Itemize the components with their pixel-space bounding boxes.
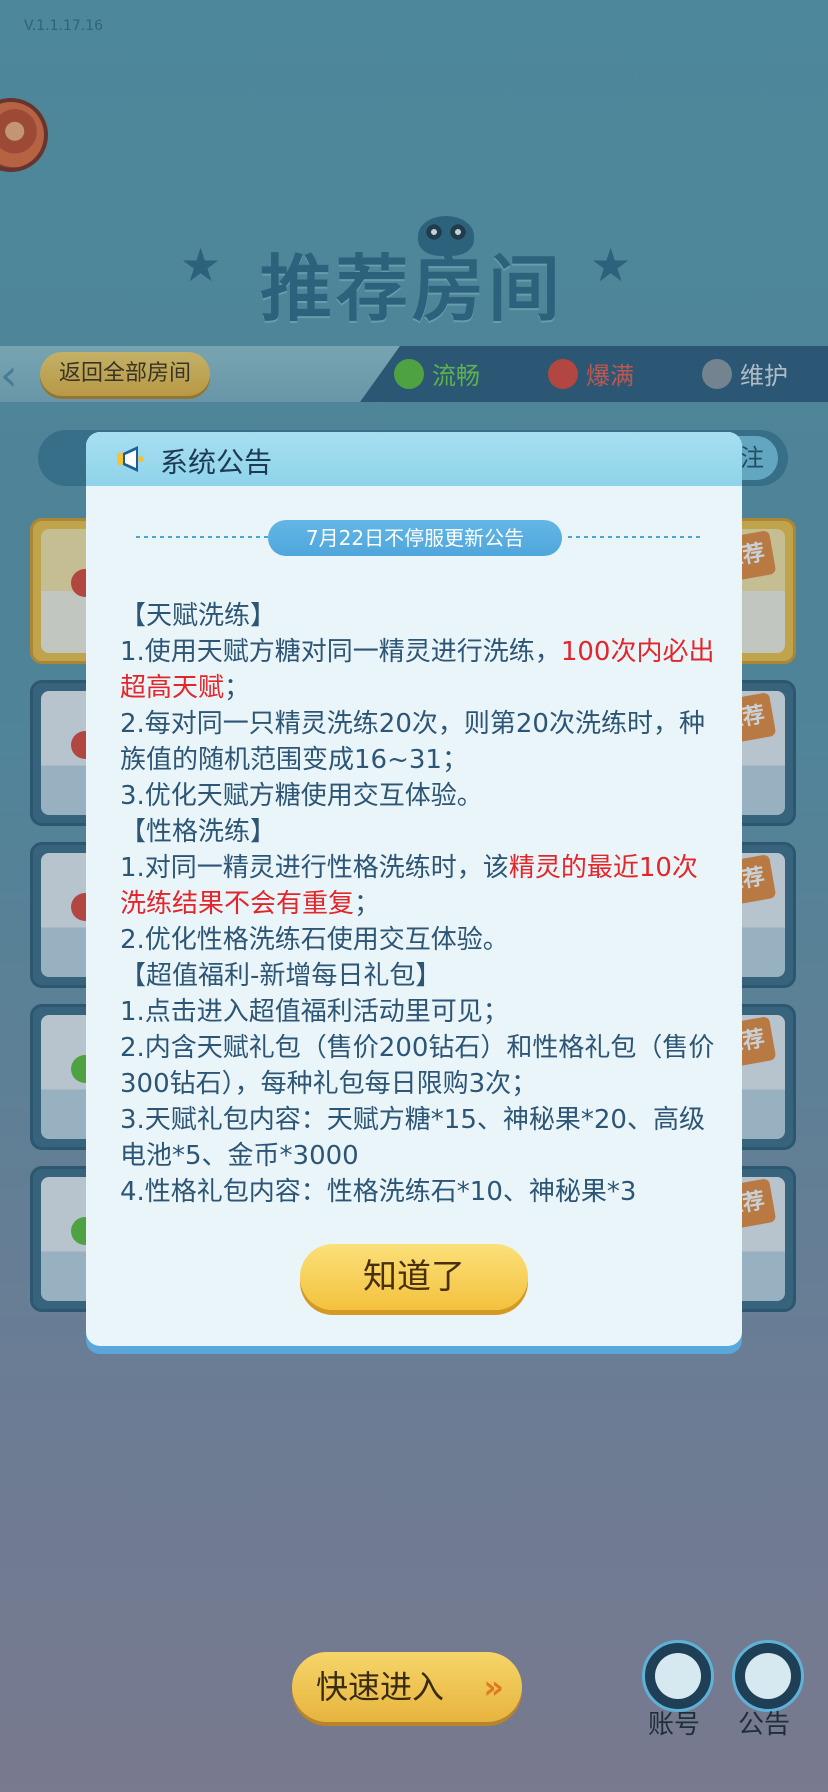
account-avatar-icon <box>655 1653 701 1699</box>
notice-line: 2.每对同一只精灵洗练20次，则第20次洗练时，种族值的随机范围变成16~31； <box>120 709 705 775</box>
notice-line: 【性格洗练】 <box>120 817 277 847</box>
notice-line: 3.天赋礼包内容：天赋方糖*15、神秘果*20、高级电池*5、金币*3000 <box>120 1105 705 1171</box>
double-chevron-right-icon: » <box>483 1668 504 1706</box>
notice-line: 1.使用天赋方糖对同一精灵进行洗练，100次内必出超高天赋； <box>120 637 715 703</box>
quick-enter-label: 快速进入 <box>316 1668 445 1706</box>
notice-line: 2.内含天赋礼包（售价200钻石）和性格礼包（售价300钻石），每种礼包每日限购… <box>120 1033 715 1099</box>
confirm-button[interactable]: 知道了 <box>300 1244 528 1310</box>
notice-line: 2.优化性格洗练石使用交互体验。 <box>120 925 509 955</box>
quick-enter-button[interactable]: 快速进入 » <box>292 1652 522 1722</box>
megaphone-icon <box>745 1653 791 1699</box>
dialog-header: 系统公告 <box>86 432 742 486</box>
notice-line: 1.点击进入超值福利活动里可见； <box>120 997 509 1027</box>
divider <box>568 536 700 538</box>
notice-title: 7月22日不停服更新公告 <box>268 520 562 556</box>
notice-line: 3.优化天赋方糖使用交互体验。 <box>120 781 483 811</box>
dialog-title: 系统公告 <box>160 446 273 479</box>
megaphone-icon <box>117 446 144 472</box>
notice-line: 【天赋洗练】 <box>120 601 277 631</box>
account-label: 账号 <box>647 1710 700 1740</box>
notice-label: 公告 <box>737 1710 790 1740</box>
notice-line: 4.性格礼包内容：性格洗练石*10、神秘果*3 <box>120 1177 637 1207</box>
notice-line: 【超值福利-新增每日礼包】 <box>120 961 442 991</box>
notice-line: 1.对同一精灵进行性格洗练时，该精灵的最近10次洗练结果不会有重复； <box>120 853 698 919</box>
notice-content: 【天赋洗练】 1.使用天赋方糖对同一精灵进行洗练，100次内必出超高天赋； 2.… <box>120 598 720 1210</box>
account-button[interactable] <box>642 1640 714 1712</box>
divider <box>136 536 268 538</box>
notice-button[interactable] <box>732 1640 804 1712</box>
